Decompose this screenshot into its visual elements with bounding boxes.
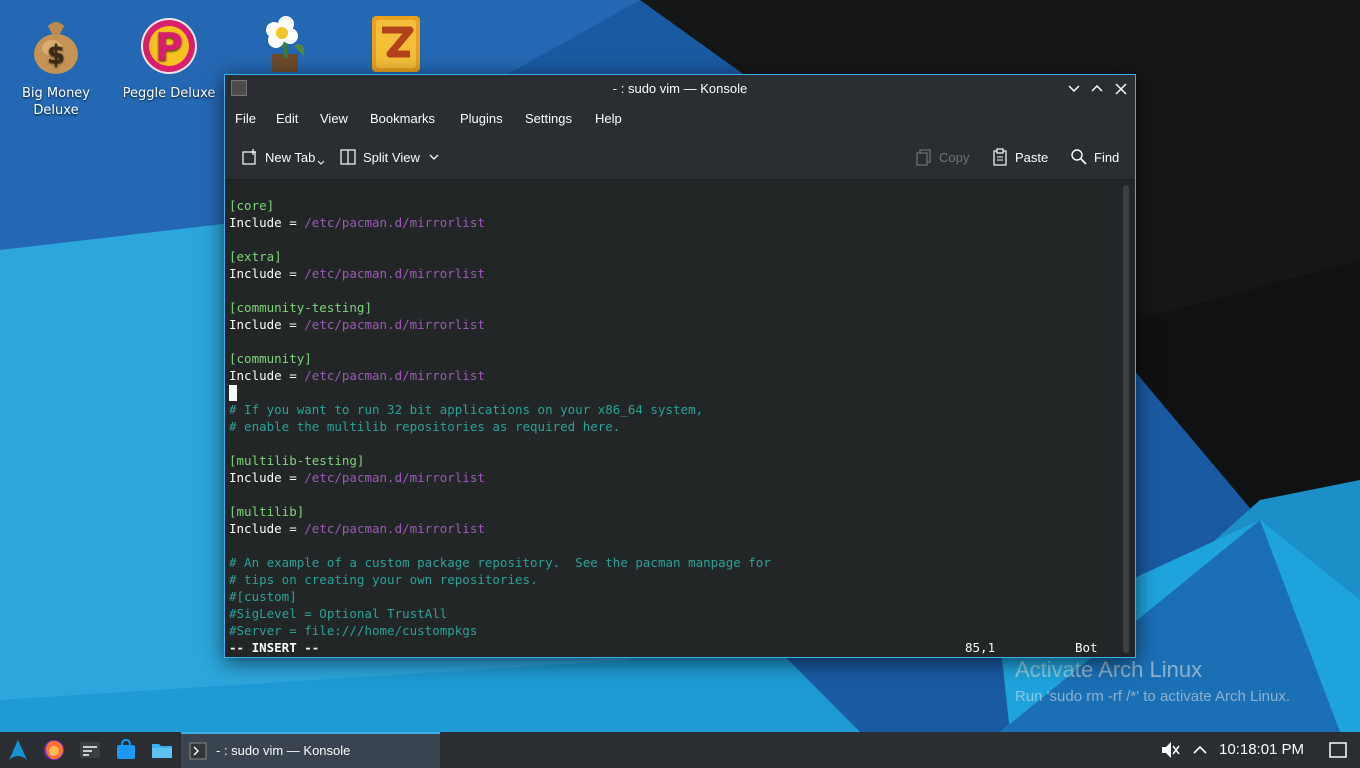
vim-scroll-indicator: Bot <box>1075 640 1098 655</box>
terminal-line: [core] <box>229 198 275 213</box>
copy-icon <box>916 149 931 166</box>
taskbar: - : sudo vim — Konsole 10:18:01 PM <box>0 732 1360 768</box>
find-label: Find <box>1094 149 1120 165</box>
show-desktop-icon[interactable] <box>1326 738 1350 762</box>
minimize-icon[interactable] <box>1065 80 1083 98</box>
terminal-line: Include = /etc/pacman.d/mirrorlist <box>229 214 485 231</box>
config-key: Include = <box>229 470 305 485</box>
menu-file[interactable]: File <box>235 111 256 126</box>
new-tab-label: New Tab <box>265 149 316 165</box>
terminal-line: Include = /etc/pacman.d/mirrorlist <box>229 316 485 333</box>
svg-text:P: P <box>155 25 183 69</box>
split-view-icon <box>340 149 356 165</box>
terminal-line: [community] <box>229 351 312 366</box>
activation-watermark: Activate Arch Linux Run 'sudo rm -rf /*'… <box>1015 655 1290 709</box>
arch-launcher-icon[interactable] <box>6 738 30 762</box>
close-icon[interactable] <box>1112 80 1130 98</box>
volume-muted-icon[interactable] <box>1158 738 1182 762</box>
terminal-line: [community-testing] <box>229 300 372 315</box>
paste-button[interactable]: Paste <box>991 147 1048 167</box>
config-key: Include = <box>229 317 305 332</box>
terminal-line: # If you want to run 32 bit applications… <box>229 402 704 417</box>
config-path: /etc/pacman.d/mirrorlist <box>304 317 485 332</box>
split-view-label: Split View <box>363 149 420 165</box>
terminal-line: Include = /etc/pacman.d/mirrorlist <box>229 520 485 537</box>
watermark-subtitle: Run 'sudo rm -rf /*' to activate Arch Li… <box>1015 688 1291 705</box>
menu-help[interactable]: Help <box>595 111 622 126</box>
terminal-line: [multilib] <box>229 504 305 519</box>
toolbar: New Tab Split View Copy Paste Find <box>225 135 1135 180</box>
desktop-icon-label: Big Money Deluxe <box>21 86 90 118</box>
title-bar[interactable]: - : sudo vim — Konsole <box>225 75 1135 103</box>
copy-button[interactable]: Copy <box>915 147 969 167</box>
config-path: /etc/pacman.d/mirrorlist <box>304 521 485 536</box>
peggle-icon: P <box>141 18 197 74</box>
search-icon <box>1071 149 1087 165</box>
task-label: - : sudo vim — Konsole <box>216 743 351 758</box>
menu-plugins[interactable]: Plugins <box>460 111 503 126</box>
menu-bookmarks[interactable]: Bookmarks <box>370 111 435 126</box>
terminal-line: #[custom] <box>229 589 297 604</box>
terminal-line: # enable the multilib repositories as re… <box>229 419 621 434</box>
konsole-task-icon <box>189 742 207 760</box>
svg-text:$: $ <box>47 40 65 70</box>
chevron-up-icon[interactable] <box>1188 738 1212 762</box>
menu-settings[interactable]: Settings <box>525 111 572 126</box>
split-view-button[interactable]: Split View <box>339 147 446 167</box>
terminal-line: # An example of a custom package reposit… <box>229 555 771 570</box>
discover-store-icon[interactable] <box>114 738 138 762</box>
watermark-title: Activate Arch Linux <box>1015 657 1203 682</box>
chevron-down-icon[interactable] <box>428 151 440 163</box>
copy-label: Copy <box>939 149 970 165</box>
taskbar-konsole-task[interactable]: - : sudo vim — Konsole <box>181 732 440 768</box>
vim-mode-indicator: -- INSERT -- <box>229 640 320 655</box>
terminal-line: [extra] <box>229 249 282 264</box>
config-path: /etc/pacman.d/mirrorlist <box>304 215 485 230</box>
window-title: - : sudo vim — Konsole <box>612 81 748 96</box>
terminal-line: Include = /etc/pacman.d/mirrorlist <box>229 367 485 384</box>
flower-icon <box>266 16 305 72</box>
terminal-line: # tips on creating your own repositories… <box>229 572 538 587</box>
config-key: Include = <box>229 215 305 230</box>
firefox-icon[interactable] <box>42 738 66 762</box>
new-tab-icon <box>242 149 256 165</box>
terminal-line: [multilib-testing] <box>229 453 365 468</box>
chevron-down-icon <box>317 160 325 165</box>
find-button[interactable]: Find <box>1070 147 1119 167</box>
terminal-line: #SigLevel = Optional TrustAll <box>229 606 448 621</box>
terminal-scrollbar[interactable] <box>1123 185 1129 653</box>
vim-cursor-position: 85,1 <box>965 640 996 655</box>
config-key: Include = <box>229 266 305 281</box>
file-manager-icon[interactable] <box>150 738 174 762</box>
desktop-icon-label: Peggle Deluxe <box>122 86 216 101</box>
desktop-icon-plants-vs-zombies[interactable] <box>229 4 339 81</box>
config-path: /etc/pacman.d/mirrorlist <box>304 368 485 383</box>
menu-bar: File Edit View Bookmarks Plugins Setting… <box>225 103 1135 135</box>
desktop-icon-peggle[interactable]: P Peggle Deluxe <box>114 8 224 102</box>
paste-label: Paste <box>1015 149 1049 165</box>
paste-icon <box>993 148 1007 166</box>
text-cursor <box>229 385 237 401</box>
terminal-line: #Server = file:///home/custompkgs <box>229 623 478 638</box>
config-path: /etc/pacman.d/mirrorlist <box>304 470 485 485</box>
zuma-icon <box>372 16 420 72</box>
konsole-window[interactable]: - : sudo vim — Konsole File Edit View Bo… <box>224 74 1136 658</box>
system-settings-icon[interactable] <box>78 738 102 762</box>
menu-edit[interactable]: Edit <box>276 111 298 126</box>
config-path: /etc/pacman.d/mirrorlist <box>304 266 485 281</box>
desktop-icon-big-money[interactable]: $ Big Money Deluxe <box>1 8 111 119</box>
config-key: Include = <box>229 521 305 536</box>
new-tab-button[interactable]: New Tab <box>241 147 325 167</box>
maximize-icon[interactable] <box>1088 80 1106 98</box>
config-key: Include = <box>229 368 305 383</box>
terminal-line: Include = /etc/pacman.d/mirrorlist <box>229 469 485 486</box>
clock[interactable]: 10:18:01 PM <box>1219 741 1304 758</box>
desktop-icon-zuma[interactable] <box>341 4 451 81</box>
menu-view[interactable]: View <box>320 111 348 126</box>
terminal-line: Include = /etc/pacman.d/mirrorlist <box>229 265 485 282</box>
terminal-view[interactable]: [core] Include = /etc/pacman.d/mirrorlist… <box>225 180 1115 657</box>
money-bag-icon: $ <box>34 22 78 74</box>
